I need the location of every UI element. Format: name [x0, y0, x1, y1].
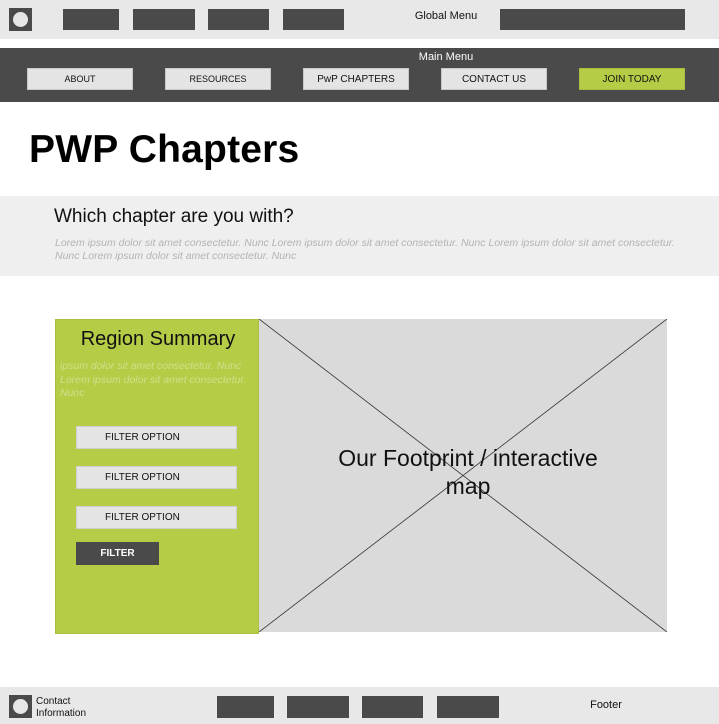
intro-text: Lorem ipsum dolor sit amet consectetur. … [55, 237, 675, 262]
global-search-bar[interactable] [500, 9, 685, 30]
region-title: Region Summary [80, 328, 236, 350]
global-nav-item-2[interactable] [133, 9, 195, 30]
chapter-intro: Which chapter are you with? Lorem ipsum … [0, 196, 719, 276]
filter-button[interactable]: FILTER [76, 542, 159, 565]
contact-information[interactable]: Contact Information [36, 696, 116, 719]
menu-item-about[interactable]: ABOUT [27, 68, 133, 90]
map-label: Our Footprint / interactive map [338, 445, 598, 499]
global-bar: Global Menu [0, 0, 719, 39]
global-menu-label: Global Menu [414, 10, 478, 22]
footer-nav-item-3[interactable] [362, 696, 423, 718]
footer-logo-icon[interactable] [9, 695, 32, 718]
menu-item-chapters[interactable]: PwP CHAPTERS [303, 68, 409, 90]
join-today-button[interactable]: JOIN TODAY [579, 68, 685, 90]
global-nav-item-1[interactable] [63, 9, 119, 30]
filter-option-2[interactable]: FILTER OPTION [76, 466, 237, 489]
filter-option-1[interactable]: FILTER OPTION [76, 426, 237, 449]
filter-option-3[interactable]: FILTER OPTION [76, 506, 237, 529]
footer-nav-item-1[interactable] [217, 696, 274, 718]
global-nav-item-4[interactable] [283, 9, 344, 30]
page-title: PWP Chapters [29, 128, 300, 171]
region-text: ipsum dolor sit amet consectetur. Nunc L… [60, 360, 247, 399]
footer-nav-item-4[interactable] [437, 696, 499, 718]
menu-item-resources[interactable]: RESOURCES [165, 68, 271, 90]
global-nav-item-3[interactable] [208, 9, 269, 30]
main-menu: Main Menu ABOUT RESOURCES PwP CHAPTERS C… [0, 48, 719, 102]
intro-heading: Which chapter are you with? [54, 206, 294, 227]
footer-label: Footer [590, 699, 622, 711]
menu-item-contact[interactable]: CONTACT US [441, 68, 547, 90]
interactive-map-placeholder[interactable]: Our Footprint / interactive map [259, 319, 667, 632]
footer: Contact Information Footer [0, 687, 719, 724]
region-summary-panel: Region Summary ipsum dolor sit amet cons… [55, 319, 259, 634]
logo-placeholder-icon[interactable] [9, 8, 32, 31]
footer-nav-item-2[interactable] [287, 696, 349, 718]
main-menu-label: Main Menu [418, 51, 474, 63]
